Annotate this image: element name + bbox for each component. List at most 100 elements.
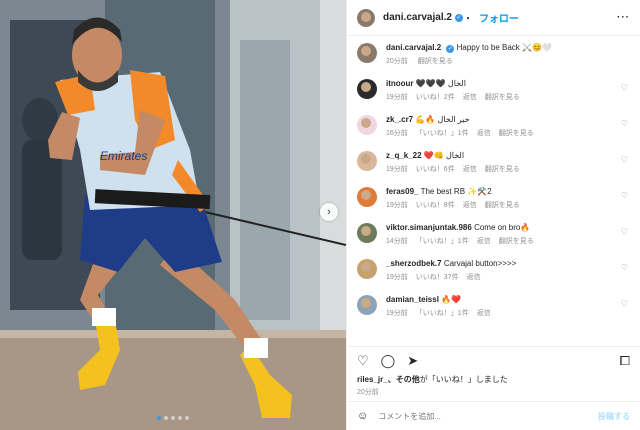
comment-row: feras09_ The best RB ✨⚒️2 19分前 いいね！8件 返信 翻訳を… [357, 186, 630, 211]
translate-link[interactable]: 翻訳を見る [418, 58, 453, 65]
bookmark-icon[interactable]: ⧠ [620, 353, 630, 369]
avatar[interactable] [357, 8, 375, 27]
add-comment-bar: ☺ 投稿する [347, 401, 640, 430]
comment-likes[interactable]: 「いいね！」1件 [416, 238, 469, 245]
heart-icon[interactable]: ♡ [621, 191, 628, 200]
caption-text: Happy to be Back ⚔️😊🤍 [456, 43, 552, 52]
likes-others[interactable]: 、その他 [388, 375, 420, 384]
action-bar: ♡ ◯ ➤ ⧠ [347, 346, 640, 375]
comment-username[interactable]: viktor.simanjuntak.986 [386, 223, 472, 232]
comment-time[interactable]: 19分前 [386, 94, 408, 101]
comment-time[interactable]: 19分前 [386, 166, 408, 173]
post-comment-button[interactable]: 投稿する [598, 411, 630, 422]
comment-icon[interactable]: ◯ [381, 353, 396, 369]
comment-text: ❤️👊 الخال [423, 151, 465, 160]
likes-tail: が「いいね！」しました [419, 375, 508, 384]
avatar[interactable] [357, 187, 377, 207]
jersey-sponsor-text: Emirates [100, 149, 147, 163]
comment-text: The best RB ✨⚒️2 [420, 187, 492, 196]
comment-username[interactable]: zk_.cr7 [386, 115, 413, 124]
comment-time[interactable]: 14分前 [386, 238, 408, 245]
reply-button[interactable]: 返信 [467, 274, 481, 281]
comment-likes[interactable]: いいね！2件 [416, 94, 455, 101]
heart-icon[interactable]: ♡ [621, 299, 628, 308]
comment-row: viktor.simanjuntak.986 Come on bro🔥 14分前 「… [357, 222, 630, 247]
heart-icon[interactable]: ♡ [621, 119, 628, 128]
comment-row: _sherzodbek.7 Carvajal button>>>> 19分前 いいね… [357, 258, 630, 283]
comment-username[interactable]: z_q_k_22 [386, 151, 422, 160]
post-modal: Emirates › dani.carvajal.2 ✓ ・ フォロー ··· [0, 0, 640, 430]
chevron-right-icon: › [327, 206, 331, 218]
comment-username[interactable]: damian_teissl [386, 295, 439, 304]
avatar[interactable] [357, 151, 377, 171]
translate-link[interactable]: 翻訳を見る [485, 166, 520, 173]
carousel-indicator [0, 416, 346, 420]
comment-time[interactable]: 19分前 [386, 310, 408, 317]
liker-username[interactable]: riles_jr_ [357, 375, 388, 384]
heart-icon[interactable]: ♡ [621, 263, 628, 272]
carousel-dot [185, 416, 189, 420]
translate-link[interactable]: 翻訳を見る [499, 238, 534, 245]
share-icon[interactable]: ➤ [407, 353, 418, 369]
next-image-button[interactable]: › [320, 203, 338, 221]
likes-summary: riles_jr_、その他が「いいね！」しました [347, 375, 640, 385]
photo-illustration: Emirates [0, 0, 346, 430]
comment-input[interactable] [376, 410, 598, 422]
heart-icon[interactable]: ♡ [357, 353, 369, 369]
comment-username[interactable]: itnoour [386, 79, 414, 88]
caption-username[interactable]: dani.carvajal.2 [386, 43, 441, 52]
comment-likes[interactable]: いいね！8件 [416, 202, 455, 209]
heart-icon[interactable]: ♡ [621, 155, 628, 164]
avatar[interactable] [357, 43, 377, 63]
translate-link[interactable]: 翻訳を見る [485, 94, 520, 101]
comment-likes[interactable]: 「いいね！」1件 [416, 130, 469, 137]
comment-row: z_q_k_22 ❤️👊 الخال 19分前 いいね！6件 返信 翻訳を見る ♡ [357, 150, 630, 175]
comment-row: zk_.cr7 💪🔥 خير الخال 16分前 「いいね！」1件 返信 翻訳を見る ♡ [357, 114, 630, 139]
comment-text: 🔥❤️ [441, 295, 462, 304]
translate-link[interactable]: 翻訳を見る [485, 202, 520, 209]
comment-likes[interactable]: いいね！6件 [416, 166, 455, 173]
comment-text: 💪🔥 خير الخال [415, 115, 470, 124]
avatar[interactable] [357, 79, 377, 99]
comment-likes[interactable]: 「いいね！」1件 [416, 310, 469, 317]
comment-username[interactable]: feras09_ [386, 187, 418, 196]
follow-button[interactable]: フォロー [479, 10, 519, 25]
avatar[interactable] [357, 259, 377, 279]
comment-text: Come on bro🔥 [474, 223, 531, 232]
reply-button[interactable]: 返信 [477, 238, 491, 245]
reply-button[interactable]: 返信 [463, 166, 477, 173]
comment-time[interactable]: 16分前 [386, 130, 408, 137]
avatar[interactable] [357, 115, 377, 135]
carousel-dot [171, 416, 175, 420]
reply-button[interactable]: 返信 [463, 202, 477, 209]
post-header: dani.carvajal.2 ✓ ・ フォロー ··· [347, 0, 640, 36]
reply-button[interactable]: 返信 [477, 310, 491, 317]
post-photo[interactable]: Emirates › [0, 0, 346, 430]
reply-button[interactable]: 返信 [463, 94, 477, 101]
heart-icon[interactable]: ♡ [621, 227, 628, 236]
more-dots-icon[interactable]: ··· [617, 12, 630, 23]
comments-list[interactable]: dani.carvajal.2 ✓ Happy to be Back ⚔️😊🤍 … [347, 36, 640, 346]
comment-username[interactable]: _sherzodbek.7 [386, 259, 442, 268]
verified-badge-icon: ✓ [446, 45, 455, 53]
verified-badge-icon: ✓ [454, 13, 463, 22]
comment-likes[interactable]: いいね！37件 [416, 274, 459, 281]
caption: dani.carvajal.2 ✓ Happy to be Back ⚔️😊🤍 … [357, 42, 630, 67]
carousel-dot [157, 416, 161, 420]
carousel-dot [178, 416, 182, 420]
avatar[interactable] [357, 223, 377, 243]
comment-text: 🖤🖤🖤 الخال [415, 79, 466, 88]
reply-button[interactable]: 返信 [477, 130, 491, 137]
author-username[interactable]: dani.carvajal.2 [383, 12, 452, 23]
post-time[interactable]: 20分前 [347, 385, 640, 401]
comment-time[interactable]: 19分前 [386, 202, 408, 209]
comment-text: Carvajal button>>>> [443, 259, 517, 268]
comment-row: itnoour 🖤🖤🖤 الخال 19分前 いいね！2件 返信 翻訳を見る ♡ [357, 78, 630, 103]
carousel-dot [164, 416, 168, 420]
emoji-icon[interactable]: ☺ [357, 410, 368, 422]
caption-time[interactable]: 20分前 [386, 58, 408, 65]
avatar[interactable] [357, 295, 377, 315]
comment-time[interactable]: 19分前 [386, 274, 408, 281]
translate-link[interactable]: 翻訳を見る [499, 130, 534, 137]
heart-icon[interactable]: ♡ [621, 83, 628, 92]
